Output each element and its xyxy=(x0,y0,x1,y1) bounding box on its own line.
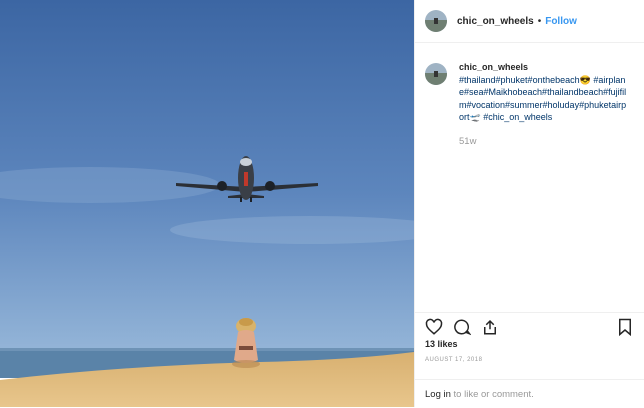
avatar-image xyxy=(425,63,447,85)
caption-hashtags[interactable]: #thailand#phuket#onthebeach😎 #airplane#s… xyxy=(459,75,626,123)
comment-prompt: to like or comment. xyxy=(450,388,534,400)
follow-button[interactable]: Follow xyxy=(545,16,577,27)
post-time-ago[interactable]: 51w xyxy=(459,136,627,149)
comment-icon[interactable] xyxy=(453,318,472,336)
share-icon[interactable] xyxy=(481,318,499,336)
post-header: chic_on_wheels • Follow xyxy=(415,0,644,43)
avatar-image xyxy=(425,10,447,32)
beach-airplane-image xyxy=(0,0,414,407)
post-photo[interactable] xyxy=(0,0,414,407)
post-date: AUGUST 17, 2018 xyxy=(425,357,483,363)
post-sidebar: chic_on_wheels • Follow chic_on_wheels #… xyxy=(414,0,644,407)
action-bar xyxy=(415,312,644,341)
caption-text: chic_on_wheels #thailand#phuket#onthebea… xyxy=(459,61,627,148)
likes-count[interactable]: 13 likes xyxy=(425,339,458,349)
header-username[interactable]: chic_on_wheels xyxy=(457,16,534,27)
avatar[interactable] xyxy=(425,10,447,32)
caption-username[interactable]: chic_on_wheels xyxy=(459,61,627,74)
separator-dot: • xyxy=(537,15,542,27)
comment-bar: Log in to like or comment. xyxy=(415,379,644,408)
heart-icon[interactable] xyxy=(425,318,443,336)
instagram-post: chic_on_wheels • Follow chic_on_wheels #… xyxy=(0,0,644,407)
caption-avatar[interactable] xyxy=(425,63,447,85)
login-link[interactable]: Log in xyxy=(425,389,451,400)
caption: chic_on_wheels #thailand#phuket#onthebea… xyxy=(415,43,644,148)
bookmark-icon[interactable] xyxy=(616,318,634,337)
